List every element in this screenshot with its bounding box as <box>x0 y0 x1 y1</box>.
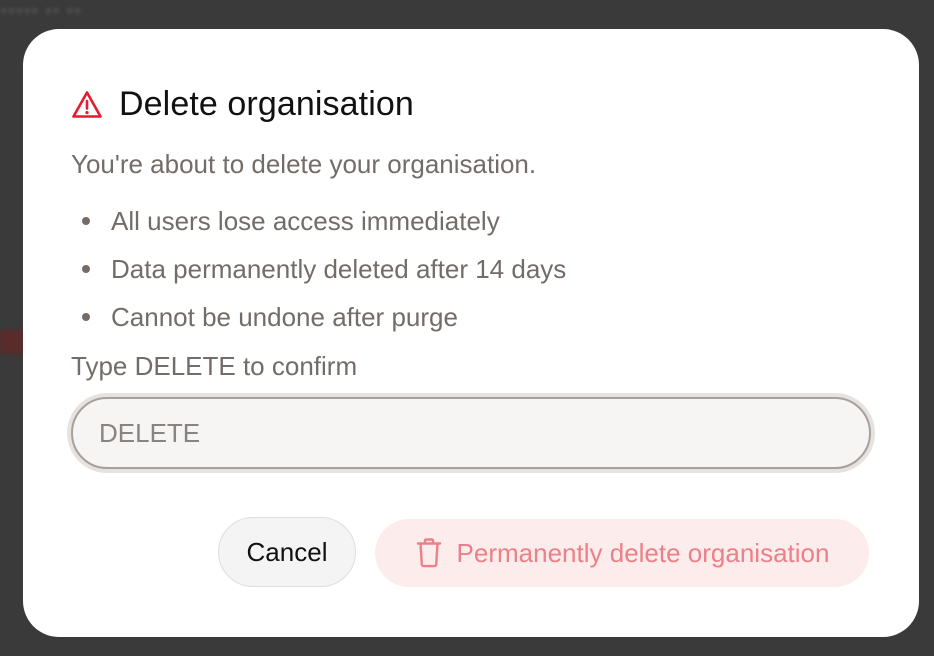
permanently-delete-button[interactable]: Permanently delete organisation <box>375 519 869 587</box>
dialog-title: Delete organisation <box>119 85 414 123</box>
confirm-delete-input[interactable] <box>71 397 871 469</box>
list-item-text: All users lose access immediately <box>111 206 500 236</box>
bullet-dot <box>82 313 90 321</box>
trash-icon <box>415 538 443 568</box>
delete-organisation-dialog: Delete organisation You're about to dele… <box>23 29 919 637</box>
dialog-header: Delete organisation <box>71 85 414 124</box>
list-item: Data permanently deleted after 14 days <box>71 249 566 297</box>
consequences-list: All users lose access immediately Data p… <box>71 201 566 345</box>
backdrop-blurred-text: ••••• •• •• <box>0 0 82 23</box>
list-item-text: Data permanently deleted after 14 days <box>111 254 567 284</box>
cancel-button[interactable]: Cancel <box>218 517 356 587</box>
warning-triangle-icon <box>71 89 103 121</box>
list-item: Cannot be undone after purge <box>71 297 566 345</box>
list-item-text: Cannot be undone after purge <box>111 302 458 332</box>
confirm-input-focus-ring <box>67 393 875 473</box>
dialog-intro-text: You're about to delete your organisation… <box>71 149 537 179</box>
confirm-field-label: Type DELETE to confirm <box>71 351 358 381</box>
permanently-delete-label: Permanently delete organisation <box>456 537 830 568</box>
bullet-dot <box>82 217 90 225</box>
bullet-dot <box>82 265 90 273</box>
list-item: All users lose access immediately <box>71 201 566 249</box>
